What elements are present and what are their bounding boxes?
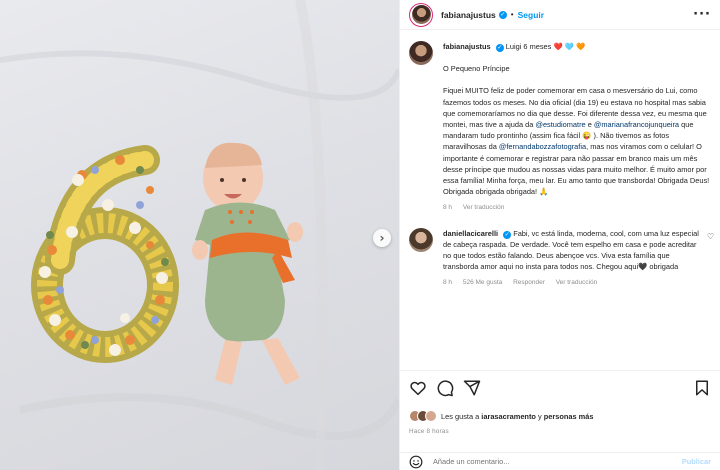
- author-avatar[interactable]: [409, 2, 433, 27]
- post-side-panel: fabianajustus ✓ • Seguir ··· fabianajust…: [399, 0, 720, 470]
- comment-item: daniellacicarelli ✓ Fabi, vc está linda,…: [400, 214, 720, 289]
- commenter-username[interactable]: daniellacicarelli: [443, 229, 498, 238]
- add-comment-bar: Publicar: [400, 452, 720, 470]
- comment-likes[interactable]: 526 Me gusta: [463, 279, 502, 286]
- comments-list[interactable]: fabianajustus ✓ Luigi 6 meses ❤️ 🩵 🧡 O P…: [400, 31, 720, 368]
- translate-link[interactable]: Ver traducción: [463, 204, 505, 211]
- chevron-right-icon: ›: [379, 231, 385, 245]
- liker-avatar: [425, 410, 437, 422]
- verified-badge-icon: ✓: [498, 10, 507, 19]
- reply-button[interactable]: Responder: [513, 279, 545, 286]
- mention-link[interactable]: @fernandabozzafotografia: [499, 142, 586, 151]
- comment-like-icon[interactable]: ♡: [707, 232, 714, 241]
- caption-meta: 8 h Ver traducción: [443, 202, 711, 213]
- mention-link[interactable]: @estudiomatre: [535, 120, 585, 129]
- comment-input[interactable]: [433, 457, 682, 466]
- mention-link[interactable]: @marianafrancojunqueira: [594, 120, 679, 129]
- baby-figure: [192, 142, 303, 385]
- post-header: fabianajustus ✓ • Seguir ···: [400, 0, 720, 30]
- author-username[interactable]: fabianajustus: [441, 10, 496, 20]
- comment-meta: 8 h 526 Me gusta Responder Ver traducció…: [443, 277, 701, 288]
- comment-icon[interactable]: [436, 379, 454, 397]
- caption-title: O Pequeno Príncipe: [443, 64, 510, 74]
- publish-button[interactable]: Publicar: [682, 457, 711, 466]
- caption-text: Fiquei MUITO feliz de poder comemorar em…: [443, 86, 710, 197]
- caption: fabianajustus ✓ Luigi 6 meses ❤️ 🩵 🧡 O P…: [400, 31, 720, 214]
- caption-avatar[interactable]: [409, 41, 433, 65]
- photo-illustration: [0, 0, 399, 470]
- verified-badge-icon: ✓: [495, 44, 504, 52]
- comment-time[interactable]: 8 h: [443, 279, 452, 286]
- caption-time[interactable]: 8 h: [443, 204, 452, 211]
- more-options-icon[interactable]: ···: [693, 7, 711, 22]
- action-icons: [409, 378, 711, 398]
- verified-badge-icon: ✓: [503, 230, 512, 239]
- commenter-avatar[interactable]: [409, 227, 433, 252]
- heart-icon[interactable]: [409, 379, 427, 397]
- follow-button[interactable]: Seguir: [518, 10, 544, 20]
- post-actions: Les gusta a iarasacramento y personas má…: [400, 370, 720, 435]
- caption-username[interactable]: fabianajustus: [443, 42, 491, 51]
- likes-summary: Les gusta a iarasacramento y personas má…: [409, 410, 711, 422]
- caption-headline: Luigi 6 meses: [505, 42, 552, 51]
- caption-headline-emojis: ❤️ 🩵 🧡: [553, 42, 586, 51]
- post-photo: ›: [0, 0, 399, 470]
- separator-dot: •: [510, 10, 514, 19]
- post-timestamp[interactable]: Hace 8 horas: [409, 428, 711, 435]
- emoji-icon[interactable]: [409, 455, 423, 469]
- next-image-button[interactable]: ›: [373, 229, 391, 247]
- flower-wreath-six: [31, 145, 179, 363]
- liker-username[interactable]: iarasacramento: [481, 412, 536, 421]
- other-likers-link[interactable]: personas más: [544, 412, 594, 421]
- bookmark-icon[interactable]: [693, 379, 711, 397]
- share-icon[interactable]: [463, 379, 481, 397]
- translate-link[interactable]: Ver traducción: [556, 279, 598, 286]
